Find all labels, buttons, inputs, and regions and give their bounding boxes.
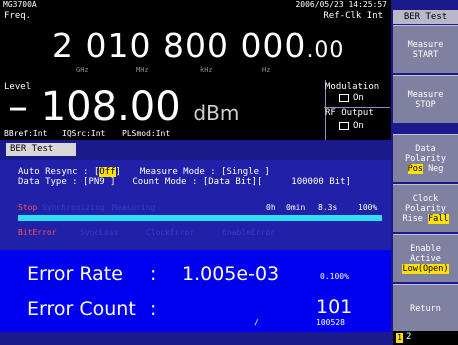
unit-hz: Hz <box>262 66 271 74</box>
error-rate-percent: 0.100% <box>320 272 349 281</box>
page-indicator[interactable]: 1 2 <box>393 331 458 345</box>
state-stop: Stop <box>18 203 38 212</box>
softkey-title: BER Test <box>393 10 458 24</box>
datetime: 2006/05/23 14:25:57 <box>295 0 387 9</box>
return-button[interactable]: Return <box>393 284 458 332</box>
progress-bar <box>18 215 382 221</box>
plsmod-status: PLSmod:Int <box>122 129 171 138</box>
modulation-box[interactable]: Modulation On RF Output On <box>324 82 390 131</box>
softkey-panel: BER Test Measure START Measure STOP Data Po… <box>393 0 458 345</box>
ber-parameters: Auto Resync : [Off] Measure Mode : [Sing… <box>18 167 351 187</box>
time-minutes: 0min <box>286 203 306 212</box>
unit-ghz: GHz <box>76 66 89 74</box>
level-value: – 108.00 dBm <box>8 84 240 130</box>
param-row-2: Data Type : [PN9 ] Count Mode : [Data Bi… <box>18 177 351 187</box>
error-rate-value: 1.005e-03 <box>182 263 280 285</box>
frequency-value: 2 010 800 000.00 <box>52 26 345 65</box>
model-name: MG3700A <box>3 0 37 9</box>
enable-active-button[interactable]: Enable Active Low(Open) <box>393 234 458 282</box>
clock-error-indicator: ClockError <box>146 228 195 237</box>
clock-polarity-button[interactable]: Clock Polarity Rise Fall <box>393 184 458 232</box>
ref-clk-label: Ref-Clk Int <box>323 11 383 21</box>
unit-mhz: MHz <box>136 66 149 74</box>
error-count-label: Error Count <box>27 298 136 320</box>
sync-loss-indicator: SyncLoss <box>80 228 119 237</box>
toggle-icon <box>339 121 349 130</box>
divider <box>324 107 390 108</box>
auto-resync-value[interactable]: Off <box>99 167 116 177</box>
error-count-slash: / <box>254 318 259 327</box>
measure-mode[interactable]: Measure Mode : [Single ] <box>140 167 270 177</box>
time-hours: 0h <box>266 203 276 212</box>
ber-title-row: BER Test <box>0 140 391 160</box>
unit-khz: kHz <box>200 66 213 74</box>
rf-output-toggle[interactable]: On <box>339 121 389 131</box>
measure-start-button[interactable]: Measure START <box>393 25 458 73</box>
frequency-panel[interactable]: Freq. Ref-Clk Int 2 010 800 000.00 GHz M… <box>0 10 391 80</box>
baseband-status-line: BBref:Int IQSrc:Int PLSmod:Int <box>0 128 325 140</box>
param-row-1: Auto Resync : [Off] Measure Mode : [Sing… <box>18 167 270 177</box>
error-rate-label: Error Rate <box>27 263 123 285</box>
modulation-label: Modulation <box>325 82 380 92</box>
error-count-value: 101 <box>316 296 353 318</box>
error-count-total: 100528 <box>316 318 345 327</box>
measure-stop-button[interactable]: Measure STOP <box>393 75 458 123</box>
bbref-status: BBref:Int <box>4 129 48 138</box>
ber-test-tab[interactable]: BER Test <box>6 143 76 156</box>
toggle-icon <box>339 93 349 102</box>
bottom-bar <box>0 332 391 345</box>
state-synchronizing: Synchronizing <box>42 203 105 212</box>
count-mode[interactable]: Count Mode : [Data Bit][ <box>132 177 262 187</box>
main-screen: MG3700A 2006/05/23 14:25:57 Freq. Ref-Cl… <box>0 0 391 345</box>
count-value[interactable]: 100000 Bit] <box>291 177 351 187</box>
rf-output-label: RF Output <box>325 108 374 118</box>
bit-error-indicator: BitError <box>18 228 57 237</box>
iqsrc-status: IQSrc:Int <box>62 129 106 138</box>
modulation-toggle[interactable]: On <box>339 93 389 103</box>
time-seconds: 8.3s <box>318 203 338 212</box>
enable-error-indicator: EnableError <box>222 228 275 237</box>
freq-label: Freq. <box>4 11 32 21</box>
data-polarity-button[interactable]: Data Polarity Pos Neg <box>393 134 458 182</box>
progress-percent: 100% <box>358 203 378 212</box>
result-panel: Error Rate : 1.005e-03 0.100% Error Coun… <box>0 250 391 332</box>
state-measuring: Measuring <box>112 203 156 212</box>
title-bar: MG3700A 2006/05/23 14:25:57 <box>0 0 391 10</box>
error-rate-colon: : <box>150 263 157 285</box>
error-count-colon: : <box>150 298 157 320</box>
page-other: 2 <box>406 332 412 342</box>
page-current: 1 <box>396 333 403 343</box>
data-type[interactable]: Data Type : [PN9 ] <box>18 177 116 187</box>
